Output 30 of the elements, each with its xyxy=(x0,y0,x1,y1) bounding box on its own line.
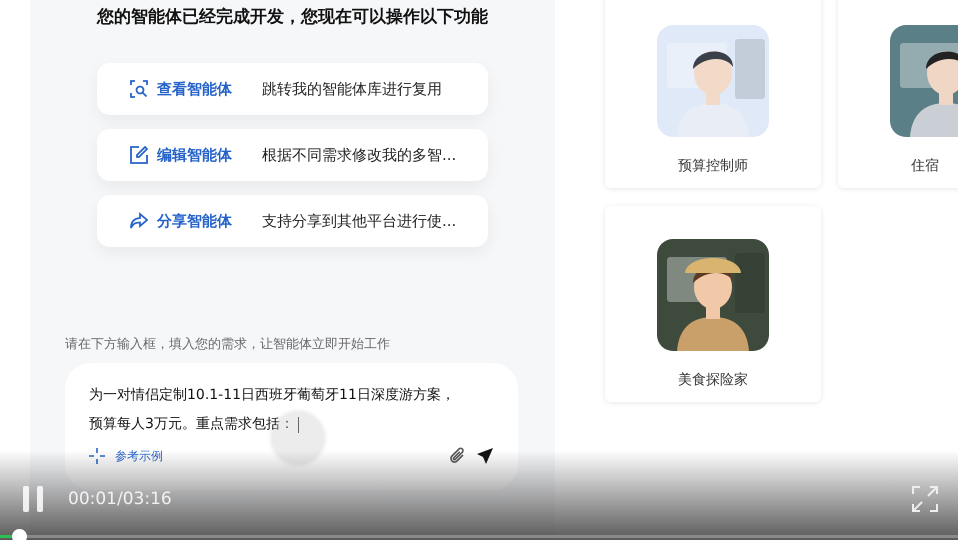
action-label: 分享智能体 xyxy=(157,212,233,230)
agent-name: 美食探险家 xyxy=(678,371,748,389)
sparkle-icon xyxy=(89,448,105,464)
paperclip-icon[interactable] xyxy=(448,447,466,465)
agent-card[interactable]: 住宿 xyxy=(838,0,958,188)
example-link[interactable]: 参考示例 xyxy=(115,448,163,464)
agent-name: 住宿 xyxy=(911,157,939,175)
playback-time: 00:01/03:16 xyxy=(68,489,172,509)
panel-title: 您的智能体已经完成开发，您现在可以操作以下功能 xyxy=(97,6,488,28)
action-card[interactable]: 分享智能体 支持分享到其他平台进行使... xyxy=(97,195,488,247)
text-caret-icon xyxy=(298,416,299,432)
action-label: 查看智能体 xyxy=(157,80,233,98)
edit-icon xyxy=(130,146,148,164)
agent-card[interactable]: 美食探险家 xyxy=(605,206,821,402)
pause-icon[interactable] xyxy=(22,486,44,512)
fullscreen-icon[interactable] xyxy=(912,486,938,512)
scan-search-icon xyxy=(130,80,148,98)
progress-track[interactable] xyxy=(0,535,958,538)
send-icon[interactable] xyxy=(476,447,494,465)
action-card[interactable]: 查看智能体 跳转我的智能体库进行复用 xyxy=(97,63,488,115)
action-description: 跳转我的智能体库进行复用 xyxy=(262,80,442,98)
action-card[interactable]: 编辑智能体 根据不同需求修改我的多智... xyxy=(97,129,488,181)
action-description: 支持分享到其他平台进行使... xyxy=(262,212,456,230)
agent-card[interactable]: 预算控制师 xyxy=(605,0,821,188)
input-field[interactable]: 为一对情侣定制10.1-11日西班牙葡萄牙11日深度游方案， 预算每人3万元。重点需求包括： 参考示例 xyxy=(65,363,518,490)
share-icon xyxy=(130,212,148,230)
action-description: 根据不同需求修改我的多智... xyxy=(262,146,456,164)
agent-name: 预算控制师 xyxy=(678,157,748,175)
action-label: 编辑智能体 xyxy=(157,146,233,164)
prompt-text: 请在下方输入框，填入您的需求，让智能体立即开始工作 xyxy=(65,336,390,353)
